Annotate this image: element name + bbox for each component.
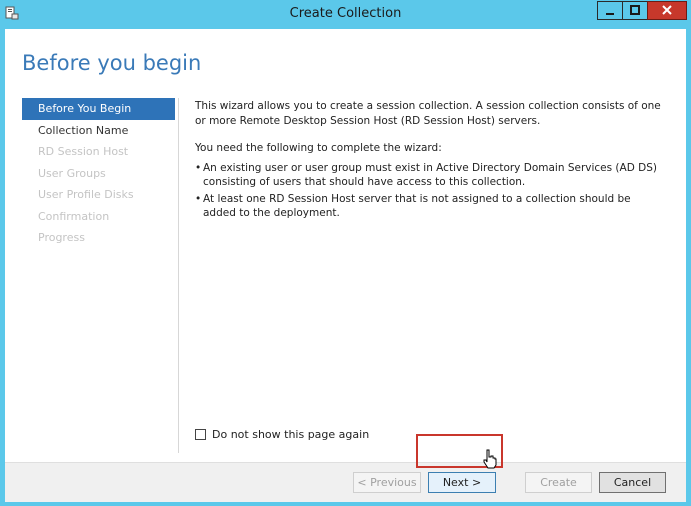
intro-text: This wizard allows you to create a sessi…	[195, 100, 661, 127]
nav-step-progress: Progress	[38, 231, 85, 244]
wizard-content: This wizard allows you to create a sessi…	[195, 99, 665, 223]
close-icon	[662, 5, 672, 15]
do-not-show-again-checkbox[interactable]	[195, 429, 206, 440]
nav-step-before-you-begin[interactable]: Before You Begin	[22, 98, 175, 120]
maximize-button[interactable]	[622, 1, 648, 20]
minimize-icon	[606, 13, 614, 15]
next-button[interactable]: Next >	[428, 472, 496, 493]
wizard-steps-nav: Before You Begin Collection Name RD Sess…	[22, 98, 175, 249]
requirements-list: An existing user or user group must exis…	[195, 161, 665, 221]
nav-step-user-profile-disks: User Profile Disks	[38, 188, 134, 201]
minimize-button[interactable]	[597, 1, 623, 20]
nav-step-confirmation: Confirmation	[38, 209, 110, 223]
wizard-client-area: Before you begin Before You Begin Collec…	[5, 29, 686, 502]
title-bar[interactable]: Create Collection	[0, 0, 691, 28]
list-item: At least one RD Session Host server that…	[195, 192, 665, 221]
do-not-show-again-row[interactable]: Do not show this page again	[195, 428, 369, 441]
nav-step-collection-name[interactable]: Collection Name	[22, 120, 175, 142]
nav-step-rd-session-host: RD Session Host	[38, 145, 129, 158]
wizard-footer: < Previous Next > Create Cancel	[5, 462, 686, 502]
requirements-heading: You need the following to complete the w…	[195, 142, 442, 154]
maximize-icon	[630, 5, 640, 15]
page-title: Before you begin	[22, 51, 202, 75]
create-collection-window: Create Collection Before you begin Befor…	[0, 0, 691, 506]
close-button[interactable]	[647, 1, 687, 20]
hand-cursor-icon	[483, 449, 497, 469]
window-title: Create Collection	[289, 6, 402, 21]
nav-divider	[178, 98, 179, 453]
cancel-button[interactable]: Cancel	[599, 472, 666, 493]
create-button[interactable]: Create	[525, 472, 592, 493]
list-item: An existing user or user group must exis…	[195, 161, 665, 190]
nav-step-user-groups: User Groups	[38, 166, 106, 180]
do-not-show-again-label[interactable]: Do not show this page again	[212, 428, 369, 441]
previous-button[interactable]: < Previous	[353, 472, 421, 493]
